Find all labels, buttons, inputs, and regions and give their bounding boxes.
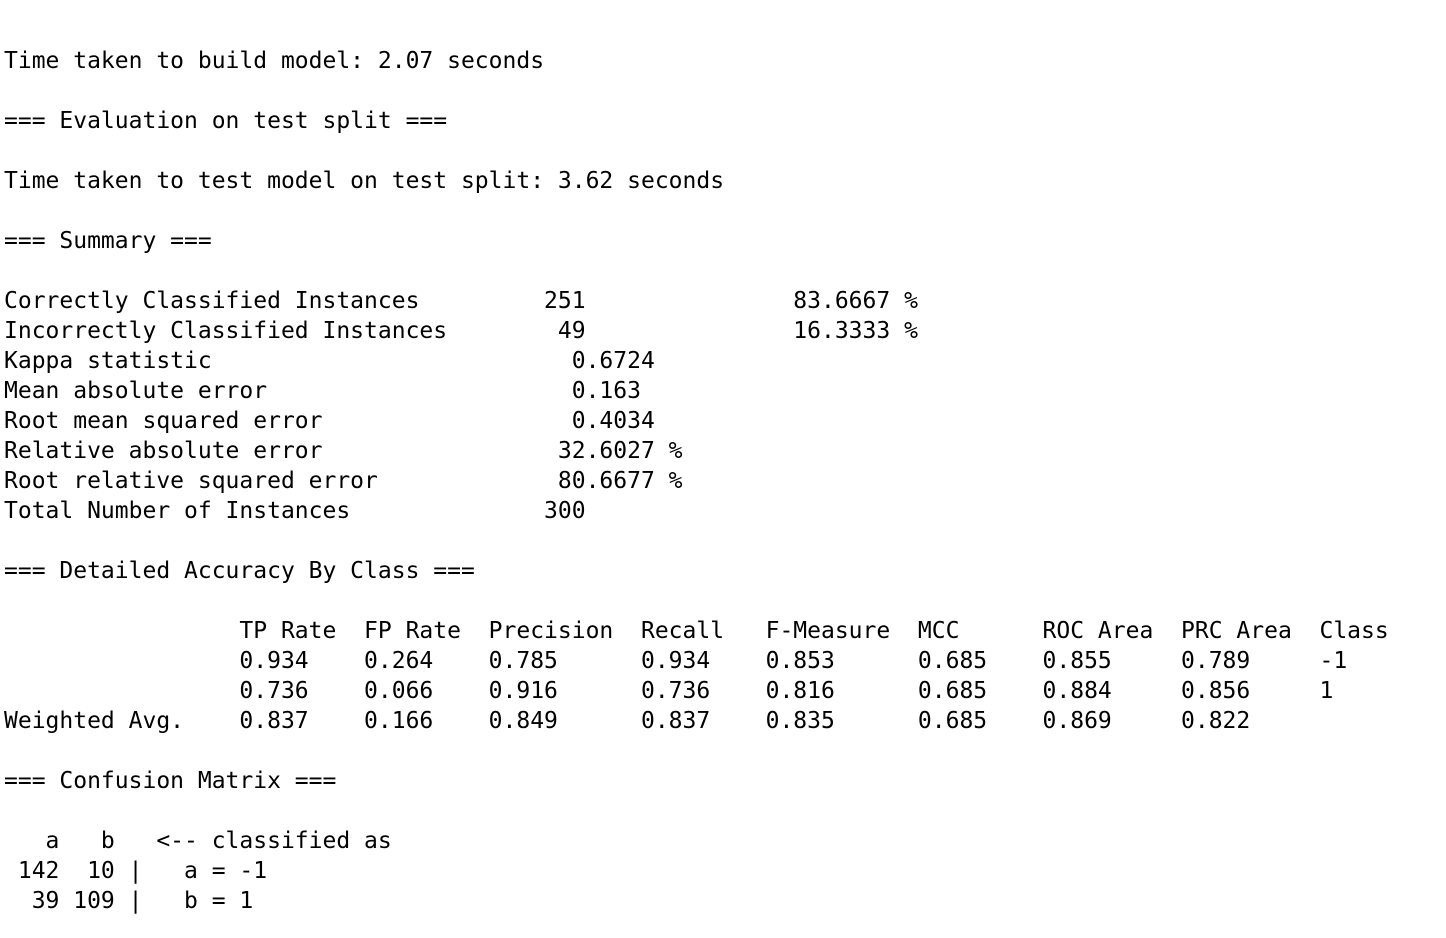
summary-correct-line: Correctly Classified Instances 251 83.66…: [4, 288, 918, 314]
confusion-matrix-column-labels: a b <-- classified as: [4, 828, 392, 854]
summary-rrse-line: Root relative squared error 80.6677 %: [4, 468, 683, 494]
build-time-line: Time taken to build model: 2.07 seconds: [4, 48, 545, 74]
accuracy-row-class-1: 0.736 0.066 0.916 0.736 0.816 0.685 0.88…: [4, 678, 1334, 704]
accuracy-row-weighted-avg: Weighted Avg. 0.837 0.166 0.849 0.837 0.…: [4, 708, 1251, 734]
summary-kappa-line: Kappa statistic 0.6724: [4, 348, 655, 374]
detailed-accuracy-header: === Detailed Accuracy By Class ===: [4, 558, 475, 584]
classifier-output-text: Time taken to build model: 2.07 seconds =…: [4, 46, 1389, 916]
summary-header: === Summary ===: [4, 228, 212, 254]
summary-total-line: Total Number of Instances 300: [4, 498, 586, 524]
confusion-matrix-header: === Confusion Matrix ===: [4, 768, 337, 794]
summary-rae-line: Relative absolute error 32.6027 %: [4, 438, 683, 464]
accuracy-row-class-neg1: 0.934 0.264 0.785 0.934 0.853 0.685 0.85…: [4, 648, 1348, 674]
evaluation-header: === Evaluation on test split ===: [4, 108, 448, 134]
accuracy-column-headers: TP Rate FP Rate Precision Recall F-Measu…: [4, 618, 1389, 644]
summary-rmse-line: Root mean squared error 0.4034: [4, 408, 655, 434]
summary-mae-line: Mean absolute error 0.163: [4, 378, 641, 404]
summary-incorrect-line: Incorrectly Classified Instances 49 16.3…: [4, 318, 918, 344]
confusion-matrix-row-a: 142 10 | a = -1: [4, 858, 268, 884]
test-time-line: Time taken to test model on test split: …: [4, 168, 725, 194]
confusion-matrix-row-b: 39 109 | b = 1: [4, 888, 254, 914]
